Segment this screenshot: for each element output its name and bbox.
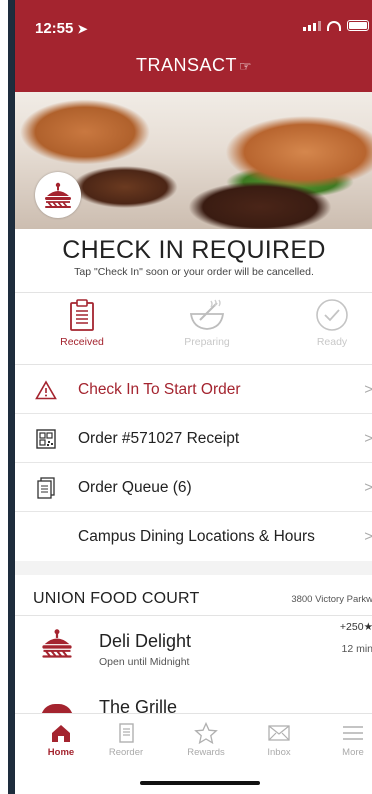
clipboard-icon <box>70 299 94 331</box>
cake-icon <box>45 182 71 208</box>
receipt-icon <box>119 723 134 743</box>
step-preparing: Preparing <box>162 298 252 348</box>
restaurant-logo <box>35 172 81 218</box>
app-screen: 12:55 ➤ TRANSACT ☞ CHECK IN REQUIRED Tap … <box>14 0 372 794</box>
tab-reorder[interactable]: Reorder <box>96 722 156 758</box>
location-hours: Open until Midnight <box>99 656 190 668</box>
location-wait: 12 min <box>341 643 372 655</box>
divider <box>15 615 372 616</box>
status-icons <box>303 20 369 31</box>
warning-icon <box>35 379 57 401</box>
step-received: Received <box>37 298 127 348</box>
checkmark-circle-icon <box>316 299 348 331</box>
check-in-row[interactable]: Check In To Start Order > <box>15 365 372 414</box>
tab-inbox[interactable]: Inbox <box>249 722 309 758</box>
location-name: Deli Delight <box>99 631 192 651</box>
star-icon: ★ <box>364 621 372 633</box>
signal-icon <box>303 20 321 31</box>
wifi-icon <box>327 20 341 31</box>
step-label: Received <box>60 336 104 348</box>
tab-rewards[interactable]: Rewards <box>176 722 236 758</box>
menu-icon <box>343 726 363 740</box>
home-indicator <box>140 781 260 785</box>
check-in-label: Check In To Start Order <box>78 380 241 398</box>
chevron-right-icon: > <box>364 381 372 398</box>
section-address[interactable]: 3800 Victory Parkw <box>291 594 372 605</box>
chevron-right-icon: > <box>364 430 372 447</box>
cake-icon <box>39 628 75 663</box>
receipt-row[interactable]: Order #571027 Receipt > <box>15 414 372 463</box>
step-label: Preparing <box>184 336 230 348</box>
dining-locations-row[interactable]: Campus Dining Locations & Hours > <box>15 512 372 561</box>
brand-logo: TRANSACT ☞ <box>135 55 253 75</box>
mixing-bowl-icon <box>189 299 225 330</box>
check-in-title: CHECK IN REQUIRED <box>62 236 326 264</box>
chevron-right-icon: > <box>364 528 372 545</box>
app-header: 12:55 ➤ TRANSACT ☞ <box>15 0 372 92</box>
location-rating: +250★ <box>340 621 372 633</box>
tab-more[interactable]: More <box>323 722 372 758</box>
battery-icon <box>347 20 369 31</box>
chevron-right-icon: > <box>364 479 372 496</box>
divider <box>15 292 372 293</box>
check-in-subtitle: Tap "Check In" soon or your order will b… <box>74 266 314 278</box>
section-title: UNION FOOD COURT <box>33 590 200 607</box>
receipts-icon <box>35 476 57 499</box>
step-ready: Ready <box>287 298 372 348</box>
receipt-label: Order #571027 Receipt <box>78 429 240 447</box>
step-label: Ready <box>316 336 348 348</box>
envelope-icon <box>268 725 290 741</box>
section-spacer <box>15 561 372 575</box>
tab-home[interactable]: Home <box>31 722 91 758</box>
star-icon <box>194 722 218 744</box>
home-icon <box>52 725 70 742</box>
status-time: 12:55 ➤ <box>35 20 88 37</box>
order-queue-label: Order Queue (6) <box>78 478 192 496</box>
location-arrow-icon: ➤ <box>77 22 88 36</box>
order-queue-row[interactable]: Order Queue (6) > <box>15 463 372 512</box>
hand-icon: ☞ <box>238 58 253 74</box>
qr-code-icon <box>35 428 57 450</box>
dining-locations-label: Campus Dining Locations & Hours <box>78 527 315 545</box>
